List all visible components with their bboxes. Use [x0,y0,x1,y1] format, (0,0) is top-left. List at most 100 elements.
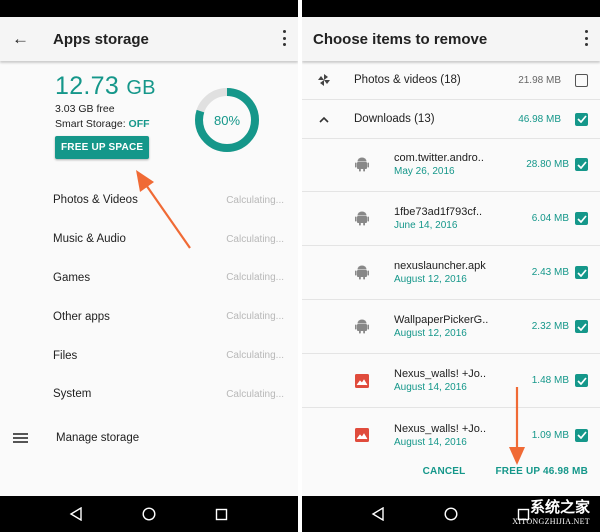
group-name: Photos & videos (18) [354,74,461,86]
file-date: June 14, 2016 [394,220,458,231]
page-title: Choose items to remove [313,30,488,48]
file-checkbox[interactable] [575,374,588,387]
navigation-bar [0,496,298,532]
file-info: Nexus_walls! +Jo.. August 14, 2016 [394,368,532,393]
category-row-files[interactable]: Files Calculating... [0,336,298,375]
file-info: Nexus_walls! +Jo.. August 14, 2016 [394,423,532,448]
image-icon [354,427,370,443]
category-name: Photos & Videos [53,194,138,207]
category-name: System [53,388,92,401]
category-row-music-audio[interactable]: Music & Audio Calculating... [0,220,298,259]
category-value: Calculating... [226,388,284,400]
group-checkbox[interactable] [575,73,588,87]
nav-home-icon[interactable] [439,502,463,526]
file-row[interactable]: com.twitter.andro.. May 26, 2016 28.80 MB [302,138,600,192]
group-row-photos-videos[interactable]: Photos & videos (18) 21.98 MB [302,61,600,100]
category-row-photos-videos[interactable]: Photos & Videos Calculating... [0,181,298,220]
category-row-games[interactable]: Games Calculating... [0,259,298,298]
file-info: WallpaperPickerG.. August 12, 2016 [394,314,532,339]
category-value: Calculating... [226,272,284,284]
free-up-button[interactable]: FREE UP 46.98 MB [496,466,589,477]
file-date: August 14, 2016 [394,382,467,393]
check-icon [576,376,587,385]
category-value: Calculating... [226,350,284,362]
group-row-downloads[interactable]: Downloads (13) 46.98 MB [302,100,600,139]
category-name: Games [53,271,91,284]
file-row[interactable]: WallpaperPickerG.. August 12, 2016 2.32 MB [302,300,600,354]
file-size: 1.09 MB [531,429,569,441]
category-row-other-apps[interactable]: Other apps Calculating... [0,297,298,336]
file-name: 1fbe73ad1f793cf.. [394,206,483,218]
file-row[interactable]: Nexus_walls! +Jo.. August 14, 2016 1.09 MB [302,408,600,462]
file-checkbox[interactable] [575,320,588,333]
file-info: 1fbe73ad1f793cf.. June 14, 2016 [394,206,532,231]
apps-storage-screen: ← Apps storage 12.73 GB 3.03 GB free Sma… [0,0,298,532]
status-bar [0,0,298,17]
storage-summary: 12.73 GB 3.03 GB free Smart Storage: OFF… [55,72,156,159]
file-date: August 12, 2016 [394,328,467,339]
chevron-up-icon[interactable] [314,116,334,123]
nav-home-icon[interactable] [137,502,161,526]
file-date: August 14, 2016 [394,436,467,448]
file-row[interactable]: 1fbe73ad1f793cf.. June 14, 2016 6.04 MB [302,192,600,246]
cancel-button[interactable]: CANCEL [423,466,466,477]
category-list: Photos & Videos Calculating... Music & Au… [0,181,298,414]
back-arrow-icon[interactable]: ← [12,29,34,49]
smart-storage-value[interactable]: OFF [129,118,150,130]
storage-list-icon [13,433,28,443]
watermark-sub-text: XITONGZHIJIA.NET [512,517,590,526]
watermark-main-text: 系统之家 [529,498,590,516]
file-checkbox[interactable] [575,158,588,171]
app-bar: ← Apps storage [0,17,298,61]
used-storage-unit: GB [126,77,156,99]
category-name: Files [53,349,78,362]
check-icon [576,322,587,331]
file-size: 28.80 MB [526,159,569,170]
file-size: 1.48 MB [531,375,569,386]
file-list: com.twitter.andro.. May 26, 2016 28.80 MB 1… [302,138,600,462]
watermark: 系统之家 XITONGZHIJIA.NET [512,496,590,526]
file-name: com.twitter.andro.. [394,152,484,164]
free-storage-text: 3.03 GB free [55,103,115,115]
used-storage-value: 12.73 [55,72,120,100]
file-size: 6.04 MB [531,213,569,224]
used-storage: 12.73 GB [55,72,156,101]
group-size: 46.98 MB [518,113,561,125]
file-row[interactable]: Nexus_walls! +Jo.. August 14, 2016 1.48 MB [302,354,600,408]
file-row[interactable]: nexuslauncher.apk August 12, 2016 2.43 MB [302,246,600,300]
category-value: Calculating... [226,311,284,323]
nav-recents-icon[interactable] [210,502,234,526]
android-icon [354,265,370,281]
check-icon [576,268,587,277]
file-size: 2.43 MB [531,267,569,278]
android-icon [354,157,370,173]
file-checkbox[interactable] [575,212,588,225]
group-name: Downloads (13) [354,113,435,125]
usage-percent-label: 80% [213,112,241,128]
nav-back-icon[interactable] [366,502,390,526]
choose-items-screen: Choose items to remove Photos & videos (… [302,0,600,532]
group-size: 21.98 MB [518,74,561,86]
nav-back-icon[interactable] [64,502,88,526]
status-bar [302,0,600,17]
more-options-icon[interactable] [282,30,286,46]
android-icon [354,319,370,335]
file-checkbox[interactable] [575,428,588,442]
category-name: Music & Audio [53,233,126,246]
free-up-space-button[interactable]: FREE UP SPACE [55,136,150,159]
file-name: nexuslauncher.apk [394,260,486,272]
file-date: August 12, 2016 [394,274,467,285]
category-name: Other apps [53,310,110,323]
check-icon [576,214,587,223]
dialog-actions: CANCEL FREE UP 46.98 MB [423,466,588,477]
smart-storage-label: Smart Storage: [55,118,129,130]
file-checkbox[interactable] [575,266,588,279]
category-value: Calculating... [226,233,284,245]
group-checkbox[interactable] [575,112,588,126]
category-row-system[interactable]: System Calculating... [0,375,298,414]
page-title: Apps storage [53,30,149,48]
android-icon [354,211,370,227]
more-options-icon[interactable] [584,30,588,46]
manage-storage-item[interactable]: Manage storage [0,424,298,452]
smart-storage-status: Smart Storage: OFF [55,118,156,130]
